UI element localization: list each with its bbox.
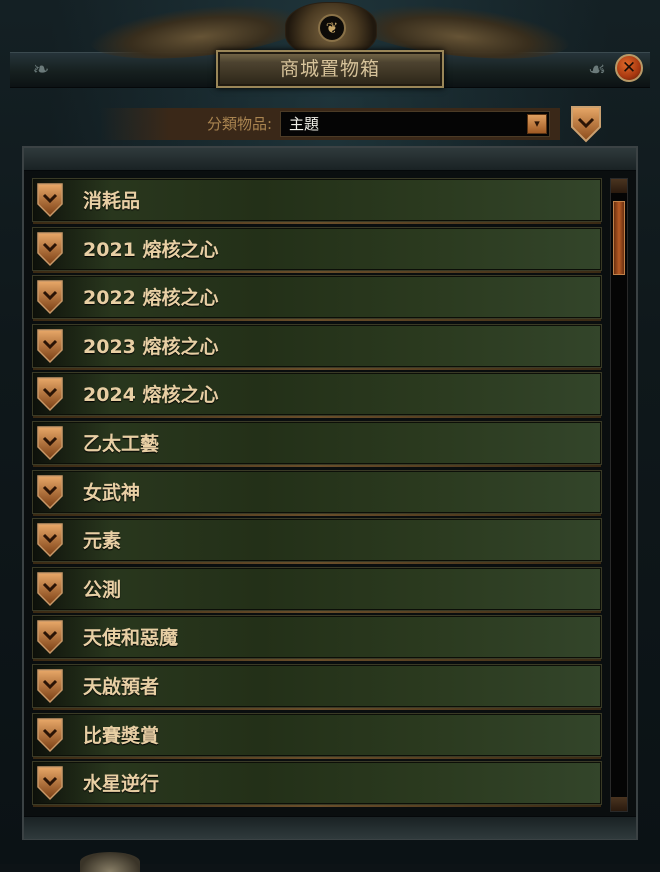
corner-ornament-icon: ☙	[588, 57, 606, 81]
category-row-label: 消耗品	[83, 190, 141, 212]
category-row-label: 乙太工藝	[83, 432, 160, 455]
expand-chevron-icon[interactable]	[36, 328, 64, 364]
stash-window: ❦ ❧ ☙ 商城置物箱 ✕ 分類物品: 主題 ▾ 消耗品 2021 熔核之心 202…	[0, 0, 660, 872]
category-row-label: 2021 熔核之心	[83, 238, 219, 261]
expand-chevron-icon[interactable]	[36, 279, 64, 315]
chevron-down-icon: ▾	[527, 114, 547, 134]
close-icon: ✕	[621, 58, 637, 78]
filter-selected-value: 主題	[289, 115, 320, 133]
category-row-label: 天使和惡魔	[83, 627, 179, 650]
collapse-all-button[interactable]	[570, 105, 602, 143]
expand-chevron-icon[interactable]	[36, 231, 64, 267]
category-row[interactable]: 天使和惡魔	[32, 615, 602, 662]
category-list: 消耗品 2021 熔核之心 2022 熔核之心 2023 熔核之心 2024 熔核之心乙…	[32, 178, 602, 810]
window-title: 商城置物箱	[279, 58, 380, 80]
category-row[interactable]: 公測	[32, 566, 602, 613]
expand-chevron-icon[interactable]	[36, 474, 64, 510]
category-row[interactable]: 水星逆行	[32, 761, 602, 808]
filter-label: 分類物品:	[206, 115, 272, 133]
category-row-label: 比賽獎賞	[83, 724, 160, 747]
bottom-medallion	[80, 852, 140, 872]
category-row-label: 2022 熔核之心	[83, 287, 219, 310]
category-row-label: 天啟預者	[83, 675, 160, 698]
corner-ornament-icon: ❧	[32, 57, 50, 81]
category-row-label: 女武神	[83, 481, 141, 504]
expand-chevron-icon[interactable]	[36, 376, 64, 412]
expand-chevron-icon[interactable]	[36, 522, 64, 558]
list-top-ornament	[24, 148, 636, 171]
expand-chevron-icon[interactable]	[36, 717, 64, 753]
category-row[interactable]: 2021 熔核之心	[32, 226, 602, 273]
title-plate: 商城置物箱	[216, 50, 444, 88]
category-row-label: 水星逆行	[83, 773, 160, 796]
wolf-emblem-icon: ❦	[318, 14, 346, 42]
category-row[interactable]: 2023 熔核之心	[32, 323, 602, 370]
scrollbar-thumb[interactable]	[613, 201, 625, 275]
category-row-label: 元素	[83, 530, 122, 553]
category-row[interactable]: 消耗品	[32, 178, 602, 224]
category-filter-dropdown[interactable]: 主題 ▾	[280, 111, 550, 137]
expand-chevron-icon[interactable]	[36, 182, 64, 218]
expand-chevron-icon[interactable]	[36, 425, 64, 461]
category-row[interactable]: 乙太工藝	[32, 420, 602, 467]
expand-chevron-icon[interactable]	[36, 619, 64, 655]
list-bottom-ornament	[24, 816, 636, 839]
category-row-label: 2023 熔核之心	[83, 335, 219, 358]
expand-chevron-icon[interactable]	[36, 571, 64, 607]
list-scrollbar[interactable]	[610, 178, 628, 812]
expand-chevron-icon[interactable]	[36, 765, 64, 801]
scrollbar-bottom-cap	[611, 797, 627, 811]
category-row-label: 公測	[83, 578, 122, 601]
expand-chevron-icon[interactable]	[36, 668, 64, 704]
category-row[interactable]: 2022 熔核之心	[32, 275, 602, 322]
scrollbar-top-cap	[611, 179, 627, 193]
category-row[interactable]: 2024 熔核之心	[32, 372, 602, 419]
close-button[interactable]: ✕	[615, 54, 643, 82]
category-row[interactable]: 女武神	[32, 469, 602, 516]
category-row[interactable]: 天啟預者	[32, 663, 602, 710]
category-row[interactable]: 比賽獎賞	[32, 712, 602, 759]
category-row-label: 2024 熔核之心	[83, 384, 219, 407]
category-row[interactable]: 元素	[32, 518, 602, 565]
